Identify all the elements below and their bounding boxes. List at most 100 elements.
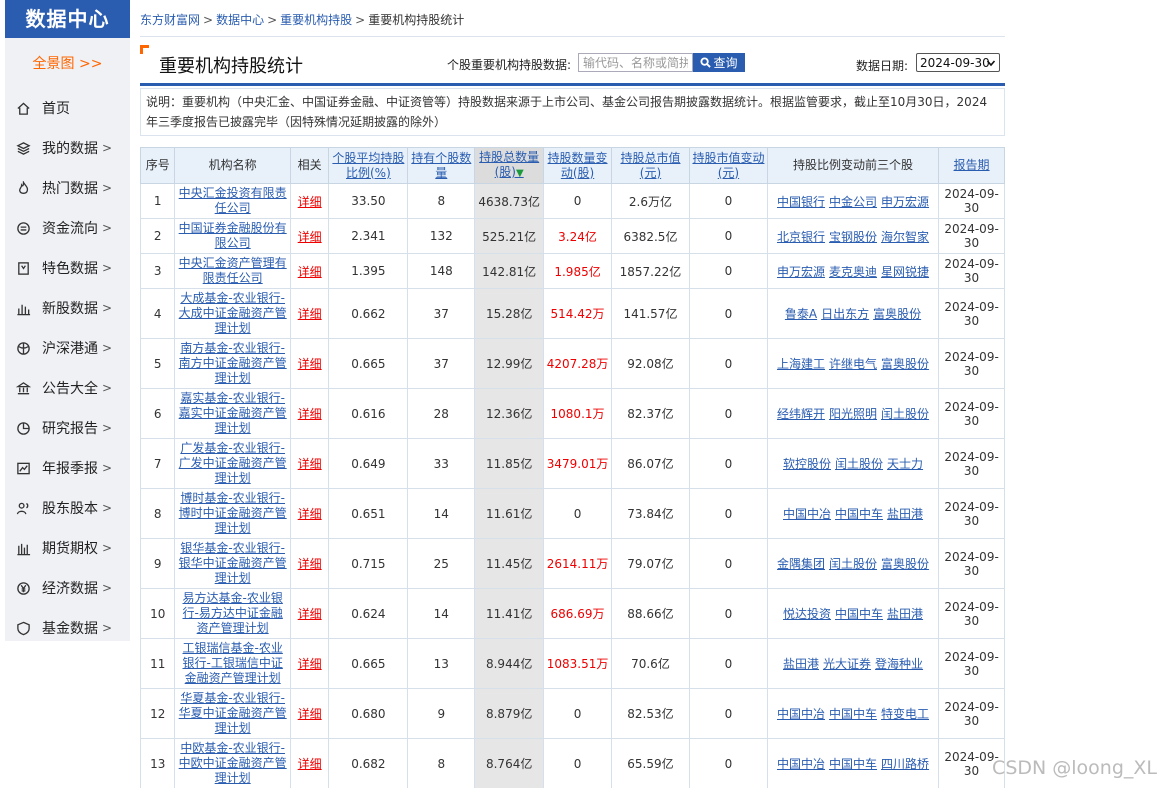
stock-link[interactable]: 许继电气: [829, 357, 877, 371]
header-share-change[interactable]: 持股数量变动(股): [543, 147, 612, 184]
sidebar-item-8[interactable]: 研究报告 >: [5, 408, 130, 448]
cell-value-change: 0: [688, 438, 768, 489]
institution-link[interactable]: 银华基金-农业银行-银华中证金融资产管理计划: [179, 541, 287, 585]
stock-link[interactable]: 鲁泰A: [785, 307, 817, 321]
sidebar-item-0[interactable]: 首页: [5, 88, 130, 128]
stock-link[interactable]: 闰土股份: [829, 557, 877, 571]
sidebar-item-10[interactable]: 股东股本 >: [5, 488, 130, 528]
stock-link[interactable]: 经纬辉开: [777, 407, 825, 421]
search-input[interactable]: [578, 53, 693, 72]
detail-link[interactable]: 详细: [298, 307, 322, 321]
stock-link[interactable]: 北京银行: [777, 230, 825, 244]
stock-link[interactable]: 麦克奥迪: [829, 265, 877, 279]
sidebar-item-9[interactable]: 年报季报 >: [5, 448, 130, 488]
stock-link[interactable]: 申万宏源: [881, 195, 929, 209]
detail-link[interactable]: 详细: [298, 757, 322, 771]
institution-link[interactable]: 大成基金-农业银行-大成中证金融资产管理计划: [179, 291, 287, 335]
detail-link[interactable]: 详细: [298, 707, 322, 721]
stock-link[interactable]: 盐田港: [887, 607, 923, 621]
sidebar-item-5[interactable]: 新股数据 >: [5, 288, 130, 328]
detail-link[interactable]: 详细: [298, 265, 322, 279]
stock-link[interactable]: 软控股份: [783, 457, 831, 471]
breadcrumb-link[interactable]: 东方财富网: [140, 13, 200, 27]
sidebar-item-12[interactable]: 经济数据 >: [5, 568, 130, 608]
stock-link[interactable]: 中金公司: [829, 195, 877, 209]
sidebar-item-2[interactable]: 热门数据 >: [5, 168, 130, 208]
detail-link[interactable]: 详细: [298, 230, 322, 244]
stock-link[interactable]: 闰土股份: [881, 407, 929, 421]
sidebar-item-4[interactable]: 特色数据 >: [5, 248, 130, 288]
stock-link[interactable]: 阳光照明: [829, 407, 877, 421]
detail-link[interactable]: 详细: [298, 657, 322, 671]
breadcrumb-link[interactable]: 重要机构持股: [280, 13, 352, 27]
detail-link[interactable]: 详细: [298, 407, 322, 421]
stock-link[interactable]: 中国中冶: [777, 757, 825, 771]
header-report-date[interactable]: 报告期: [938, 147, 1005, 184]
stock-link[interactable]: 盐田港: [783, 657, 819, 671]
stock-link[interactable]: 中国中冶: [783, 507, 831, 521]
site-logo[interactable]: 数据中心: [5, 0, 130, 38]
stock-link[interactable]: 中国中冶: [777, 707, 825, 721]
institution-link[interactable]: 中国证券金融股份有限公司: [179, 221, 287, 250]
sidebar-item-7[interactable]: 公告大全 >: [5, 368, 130, 408]
cell-top3: 上海建工 许继电气 富奥股份: [766, 338, 940, 389]
institution-link[interactable]: 华夏基金-农业银行-华夏中证金融资产管理计划: [179, 691, 287, 735]
breadcrumb-link[interactable]: 数据中心: [216, 13, 264, 27]
stock-link[interactable]: 光大证券: [823, 657, 871, 671]
institution-link[interactable]: 南方基金-农业银行-南方中证金融资产管理计划: [179, 341, 287, 385]
detail-link[interactable]: 详细: [298, 357, 322, 371]
stock-link[interactable]: 中国中车: [829, 707, 877, 721]
stock-link[interactable]: 中国中车: [829, 757, 877, 771]
sidebar-item-6[interactable]: 沪深港通 >: [5, 328, 130, 368]
stock-link[interactable]: 特变电工: [881, 707, 929, 721]
sidebar-item-1[interactable]: 我的数据 >: [5, 128, 130, 168]
header-market-value[interactable]: 持股总市值(元): [610, 147, 690, 184]
stock-link[interactable]: 中国中车: [835, 607, 883, 621]
stock-link[interactable]: 金隅集团: [777, 557, 825, 571]
sidebar-item-11[interactable]: 期货期权 >: [5, 528, 130, 568]
stock-link[interactable]: 富奥股份: [873, 307, 921, 321]
institution-link[interactable]: 工银瑞信基金-农业银行-工银瑞信中证金融资产管理计划: [183, 641, 283, 685]
search-button[interactable]: 查询: [693, 53, 745, 72]
date-label: 数据日期:: [856, 59, 909, 73]
cell-value-change: 0: [688, 538, 768, 589]
sidebar-item-13[interactable]: 基金数据 >: [5, 608, 130, 648]
overview-link[interactable]: 全景图 >>: [5, 38, 130, 88]
stock-link[interactable]: 悦达投资: [783, 607, 831, 621]
institution-link[interactable]: 广发基金-农业银行-广发中证金融资产管理计划: [179, 441, 287, 485]
stock-link[interactable]: 闰土股份: [835, 457, 883, 471]
institution-link[interactable]: 嘉实基金-农业银行-嘉实中证金融资产管理计划: [179, 391, 287, 435]
stock-link[interactable]: 富奥股份: [881, 357, 929, 371]
institution-link[interactable]: 中欧基金-农业银行-中欧中证金融资产管理计划: [179, 741, 287, 785]
stock-link[interactable]: 中国中车: [835, 507, 883, 521]
detail-link[interactable]: 详细: [298, 607, 322, 621]
institution-link[interactable]: 中央汇金资产管理有限责任公司: [179, 256, 287, 285]
cell-avg-ratio: 0.616: [328, 388, 409, 439]
detail-link[interactable]: 详细: [298, 557, 322, 571]
stock-link[interactable]: 星网锐捷: [881, 265, 929, 279]
institution-link[interactable]: 中央汇金投资有限责任公司: [179, 186, 287, 215]
stock-link[interactable]: 四川路桥: [881, 757, 929, 771]
stock-link[interactable]: 盐田港: [887, 507, 923, 521]
stock-link[interactable]: 上海建工: [777, 357, 825, 371]
stock-link[interactable]: 日出东方: [821, 307, 869, 321]
sidebar-menu: 首页 我的数据 > 热门数据 > 资金流向 > 特色数据 > 新股数据 > 沪深港通 > 公告大全 > 研究报…: [5, 88, 130, 648]
header-value-change[interactable]: 持股市值变动(元): [688, 147, 768, 184]
institution-link[interactable]: 易方达基金-农业银行-易方达中证金融资产管理计划: [183, 591, 283, 635]
stock-link[interactable]: 富奥股份: [881, 557, 929, 571]
header-count[interactable]: 持有个股数量: [407, 147, 476, 184]
stock-link[interactable]: 中国银行: [777, 195, 825, 209]
detail-link[interactable]: 详细: [298, 195, 322, 209]
detail-link[interactable]: 详细: [298, 457, 322, 471]
sidebar-item-3[interactable]: 资金流向 >: [5, 208, 130, 248]
stock-link[interactable]: 申万宏源: [777, 265, 825, 279]
header-avg-ratio[interactable]: 个股平均持股比例(%): [328, 147, 409, 184]
detail-link[interactable]: 详细: [298, 507, 322, 521]
institution-link[interactable]: 博时基金-农业银行-博时中证金融资产管理计划: [179, 491, 287, 535]
date-select[interactable]: 2024-09-30: [916, 53, 1000, 72]
stock-link[interactable]: 登海种业: [875, 657, 923, 671]
stock-link[interactable]: 宝钢股份: [829, 230, 877, 244]
header-total-shares[interactable]: 持股总数量(股)▼: [474, 147, 545, 184]
stock-link[interactable]: 天士力: [887, 457, 923, 471]
stock-link[interactable]: 海尔智家: [881, 230, 929, 244]
